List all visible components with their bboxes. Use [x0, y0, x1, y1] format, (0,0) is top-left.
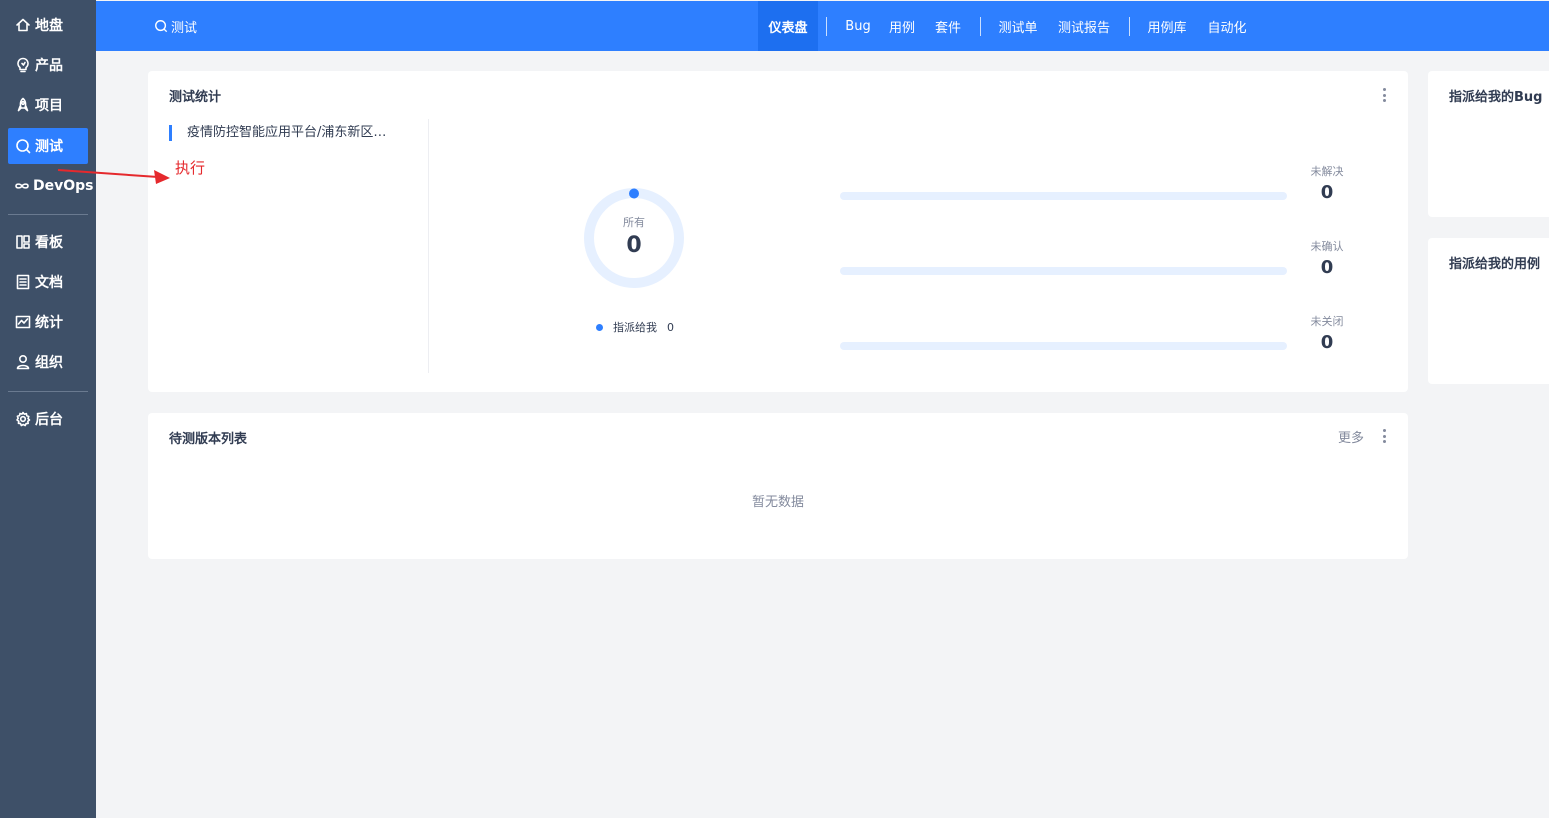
- sidebar-item-org[interactable]: 组织: [8, 344, 88, 380]
- sidebar-divider: [8, 391, 88, 392]
- more-link[interactable]: 更多: [1338, 427, 1364, 446]
- sidebar-item-label: 文档: [35, 275, 63, 291]
- tab-separator: [1129, 17, 1130, 36]
- infinity-icon: [14, 177, 30, 195]
- sidebar-item-label: 地盘: [35, 18, 63, 34]
- panel-divider: [428, 119, 429, 373]
- stat-label: 未关闭: [1310, 315, 1344, 328]
- sidebar-item-label: 后台: [35, 412, 63, 428]
- tab-separator: [980, 17, 981, 36]
- tab-case[interactable]: 用例: [885, 1, 919, 51]
- ring-label: 所有: [623, 216, 645, 229]
- tab-bug[interactable]: Bug: [841, 1, 875, 51]
- tab-separator: [826, 17, 827, 36]
- sidebar-item-label: 看板: [35, 235, 63, 251]
- sidebar-item-product[interactable]: 产品: [8, 47, 88, 83]
- user-icon: [14, 353, 32, 371]
- sidebar-item-label: 组织: [35, 355, 63, 371]
- sidebar-item-label: 测试: [35, 139, 63, 155]
- kanban-icon: [14, 233, 32, 251]
- sidebar-divider: [8, 214, 88, 215]
- search-icon: [155, 20, 168, 33]
- top-header: 测试 仪表盘 Bug 用例 套件 测试单 测试报告 用例库 自动化: [96, 1, 1549, 51]
- sidebar-item-label: 统计: [35, 315, 63, 331]
- stat-bar-unresolved: [840, 192, 1287, 200]
- sidebar-item-kanban[interactable]: 看板: [8, 224, 88, 260]
- search-icon: [14, 137, 32, 155]
- card-title: 指派给我的用例: [1449, 257, 1541, 272]
- sidebar-item-doc[interactable]: 文档: [8, 264, 88, 300]
- more-options-icon[interactable]: [1379, 428, 1389, 444]
- sidebar-item-test[interactable]: 测试: [8, 128, 88, 164]
- chart-icon: [14, 313, 32, 331]
- gear-icon: [14, 410, 32, 428]
- sidebar-item-dashboard[interactable]: 地盘: [8, 7, 88, 43]
- card-title: 待测版本列表: [169, 432, 248, 447]
- assigned-cases-card: 指派给我的用例: [1428, 238, 1549, 384]
- sidebar-item-label: 项目: [35, 98, 63, 114]
- sidebar-item-label: 产品: [35, 58, 63, 74]
- sidebar-item-admin[interactable]: 后台: [8, 401, 88, 437]
- bulb-icon: [14, 56, 32, 74]
- more-options-icon[interactable]: [1379, 87, 1389, 103]
- sidebar: 地盘 产品 项目 测试 DevOps 看板 文档 统计 组织 后台: [0, 0, 96, 818]
- ring-value: 0: [626, 233, 642, 258]
- project-list-item[interactable]: 疫情防控智能应用平台/浦东新区疫情防控智能应用平台: [169, 125, 399, 141]
- card-title: 指派给我的Bug: [1449, 90, 1543, 105]
- annotation-arrow: [57, 169, 170, 184]
- tab-testreport[interactable]: 测试报告: [1054, 1, 1114, 51]
- stat-value: 0: [1320, 257, 1334, 278]
- pending-builds-card: 待测版本列表 更多 暂无数据: [148, 413, 1408, 559]
- legend-assigned-to-me: 指派给我 0: [596, 319, 674, 335]
- module-title[interactable]: 测试: [154, 1, 197, 51]
- sidebar-item-stats[interactable]: 统计: [8, 304, 88, 340]
- sidebar-item-project[interactable]: 项目: [8, 87, 88, 123]
- stat-bar-unconfirmed: [840, 267, 1287, 275]
- tab-automation[interactable]: 自动化: [1204, 1, 1250, 51]
- tab-dashboard[interactable]: 仪表盘: [758, 1, 818, 51]
- home-icon: [14, 16, 32, 34]
- legend-dot: [596, 323, 603, 331]
- tab-testtask[interactable]: 测试单: [995, 1, 1041, 51]
- stat-label: 未确认: [1310, 240, 1344, 253]
- ring-indicator-dot: [629, 188, 639, 199]
- rocket-icon: [14, 96, 32, 114]
- tab-suite[interactable]: 套件: [931, 1, 965, 51]
- tab-caselib[interactable]: 用例库: [1144, 1, 1190, 51]
- stat-label: 未解决: [1310, 165, 1344, 178]
- stat-value: 0: [1320, 332, 1334, 353]
- empty-state: 暂无数据: [751, 495, 804, 510]
- annotation-text: 执行: [175, 159, 206, 177]
- stat-bar-unclosed: [840, 342, 1287, 350]
- document-icon: [14, 273, 32, 291]
- card-title: 测试统计: [169, 90, 222, 105]
- assigned-bugs-card: 指派给我的Bug: [1428, 71, 1549, 217]
- stat-value: 0: [1320, 182, 1334, 203]
